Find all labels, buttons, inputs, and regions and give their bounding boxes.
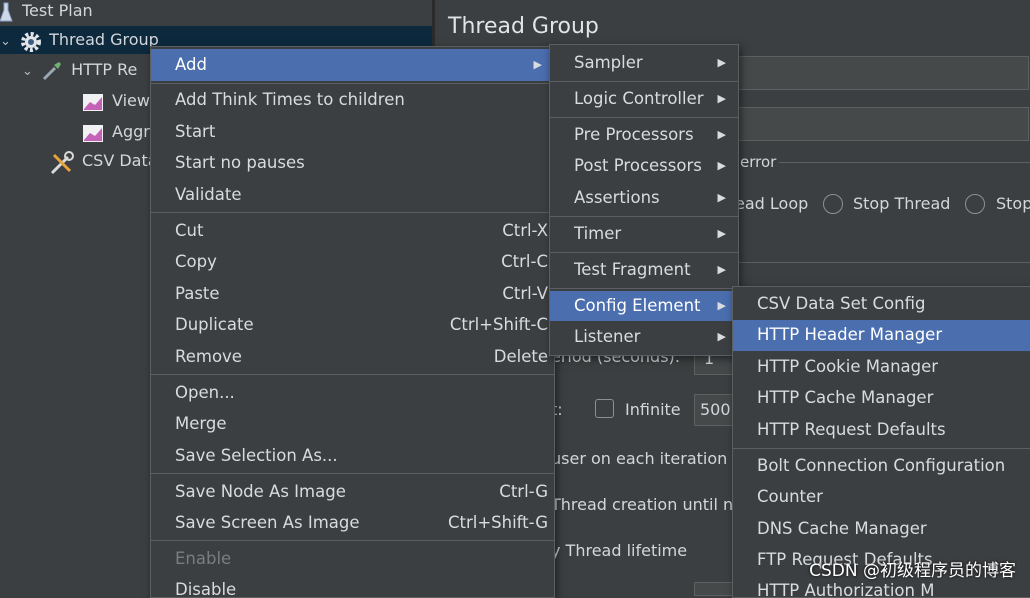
context-menu: Add ▶ Add Think Times to children Start … bbox=[150, 46, 555, 598]
tree-item-label: Thread Group bbox=[49, 30, 159, 49]
radio-label-stop-test: Stop bbox=[996, 194, 1030, 213]
tree-item-http-request[interactable]: ⌄ HTTP Re bbox=[22, 56, 137, 84]
menu-item-open[interactable]: Open... bbox=[151, 378, 554, 408]
menu-item-add[interactable]: Add ▶ bbox=[151, 49, 554, 81]
tree-item-label: HTTP Re bbox=[71, 60, 138, 79]
menu-item-merge[interactable]: Merge bbox=[151, 409, 554, 439]
chevron-down-icon[interactable]: ⌄ bbox=[0, 28, 14, 56]
chevron-right-icon: ▶ bbox=[717, 191, 726, 204]
infinite-label: Infinite bbox=[625, 400, 681, 419]
menu-separator bbox=[151, 83, 554, 84]
menu-item-save-screen-image[interactable]: Save Screen As Image Ctrl+Shift-G bbox=[151, 508, 554, 538]
thread-lifetime-label: y Thread lifetime bbox=[551, 541, 688, 560]
chart-icon bbox=[82, 122, 104, 144]
menu-item-csv-data-set-config[interactable]: CSV Data Set Config bbox=[733, 289, 1030, 319]
divider bbox=[735, 262, 1030, 263]
radio-stop-thread[interactable] bbox=[823, 194, 843, 214]
flask-icon bbox=[0, 1, 14, 23]
tree-item-label: Aggr bbox=[112, 122, 150, 141]
pipette-icon bbox=[41, 60, 63, 82]
menu-separator bbox=[550, 252, 738, 253]
chevron-right-icon: ▶ bbox=[533, 58, 542, 71]
menu-item-save-node-image[interactable]: Save Node As Image Ctrl-G bbox=[151, 477, 554, 507]
menu-item-enable: Enable bbox=[175, 549, 232, 568]
name-field[interactable] bbox=[735, 56, 1029, 90]
tree-item-view-results[interactable]: View bbox=[82, 87, 150, 115]
menu-separator bbox=[733, 448, 1030, 449]
menu-item-http-header-manager[interactable]: HTTP Header Manager bbox=[733, 320, 1030, 351]
menu-item-add-think-times[interactable]: Add Think Times to children bbox=[151, 85, 554, 115]
menu-item-cut[interactable]: Cut Ctrl-X bbox=[151, 216, 554, 246]
menu-item-logic-controller[interactable]: Logic Controller ▶ bbox=[550, 84, 738, 114]
menu-item-http-cache-manager[interactable]: HTTP Cache Manager bbox=[733, 383, 1030, 413]
radio-label-loop: ead Loop bbox=[735, 194, 809, 213]
menu-item-timer[interactable]: Timer ▶ bbox=[550, 219, 738, 249]
duration-input[interactable] bbox=[694, 582, 736, 596]
tree-item-label: View bbox=[112, 91, 150, 110]
chevron-down-icon[interactable]: ⌄ bbox=[22, 58, 36, 86]
menu-item-validate[interactable]: Validate bbox=[151, 180, 554, 210]
page-title: Thread Group bbox=[448, 14, 599, 39]
menu-item-paste[interactable]: Paste Ctrl-V bbox=[151, 279, 554, 309]
menu-item-disable[interactable]: Disable bbox=[151, 575, 554, 597]
menu-separator bbox=[151, 212, 554, 213]
menu-item-assertions[interactable]: Assertions ▶ bbox=[550, 183, 738, 213]
menu-item-bolt-connection[interactable]: Bolt Connection Configuration bbox=[733, 451, 1030, 481]
gear-icon bbox=[19, 30, 42, 52]
menu-item-test-fragment[interactable]: Test Fragment ▶ bbox=[550, 255, 738, 285]
same-user-label: user on each iteration bbox=[551, 449, 728, 468]
menu-item-counter[interactable]: Counter bbox=[733, 482, 1030, 512]
menu-item-post-processors[interactable]: Post Processors ▶ bbox=[550, 151, 738, 181]
chevron-right-icon: ▶ bbox=[717, 128, 726, 141]
menu-separator bbox=[151, 374, 554, 375]
menu-item-start-no-pauses[interactable]: Start no pauses bbox=[151, 148, 554, 178]
comments-field[interactable] bbox=[735, 107, 1029, 141]
chart-icon bbox=[82, 91, 104, 113]
tree-item-label: CSV Data bbox=[82, 151, 158, 170]
menu-item-http-cookie-manager[interactable]: HTTP Cookie Manager bbox=[733, 352, 1030, 382]
menu-item-start[interactable]: Start bbox=[151, 117, 554, 147]
config-element-submenu: CSV Data Set Config HTTP Header Manager … bbox=[732, 286, 1030, 598]
menu-item-dns-cache-manager[interactable]: DNS Cache Manager bbox=[733, 514, 1030, 544]
tree-item-aggregate-report[interactable]: Aggr bbox=[82, 118, 150, 146]
infinite-checkbox[interactable] bbox=[595, 399, 614, 418]
chevron-right-icon: ▶ bbox=[717, 263, 726, 276]
tree-item-label: Test Plan bbox=[22, 1, 93, 20]
menu-item-config-element[interactable]: Config Element ▶ bbox=[550, 291, 738, 321]
tree-item-csv-data[interactable]: CSV Data bbox=[48, 147, 158, 175]
chevron-right-icon: ▶ bbox=[717, 299, 726, 312]
chevron-right-icon: ▶ bbox=[717, 56, 726, 69]
menu-separator bbox=[151, 473, 554, 474]
error-action-label: error bbox=[737, 153, 780, 171]
menu-separator bbox=[550, 117, 738, 118]
tree-item-test-plan[interactable]: Test Plan bbox=[0, 0, 93, 25]
menu-separator bbox=[550, 216, 738, 217]
watermark: CSDN @初级程序员的博客 bbox=[809, 561, 1016, 581]
menu-item-remove[interactable]: Remove Delete bbox=[151, 342, 554, 372]
tools-icon bbox=[48, 150, 74, 174]
menu-item-pre-processors[interactable]: Pre Processors ▶ bbox=[550, 120, 738, 150]
menu-separator bbox=[550, 81, 738, 82]
chevron-right-icon: ▶ bbox=[717, 227, 726, 240]
loop-count-input[interactable]: 500 bbox=[694, 394, 736, 426]
menu-item-copy[interactable]: Copy Ctrl-C bbox=[151, 247, 554, 277]
menu-item-sampler[interactable]: Sampler ▶ bbox=[550, 48, 738, 78]
divider bbox=[740, 162, 1030, 163]
menu-item-http-request-defaults[interactable]: HTTP Request Defaults bbox=[733, 415, 1030, 445]
menu-separator bbox=[550, 288, 738, 289]
menu-item-listener[interactable]: Listener ▶ bbox=[550, 322, 738, 352]
menu-item-duplicate[interactable]: Duplicate Ctrl+Shift-C bbox=[151, 310, 554, 340]
menu-item-save-selection[interactable]: Save Selection As... bbox=[151, 441, 554, 471]
delay-thread-label: Thread creation until n bbox=[551, 495, 734, 514]
chevron-right-icon: ▶ bbox=[717, 330, 726, 343]
radio-label-stop-thread: Stop Thread bbox=[853, 194, 951, 213]
chevron-right-icon: ▶ bbox=[717, 159, 726, 172]
add-submenu: Sampler ▶ Logic Controller ▶ Pre Processor… bbox=[549, 44, 739, 356]
menu-separator bbox=[151, 540, 554, 541]
radio-stop-test[interactable] bbox=[965, 194, 985, 214]
chevron-right-icon: ▶ bbox=[717, 92, 726, 105]
